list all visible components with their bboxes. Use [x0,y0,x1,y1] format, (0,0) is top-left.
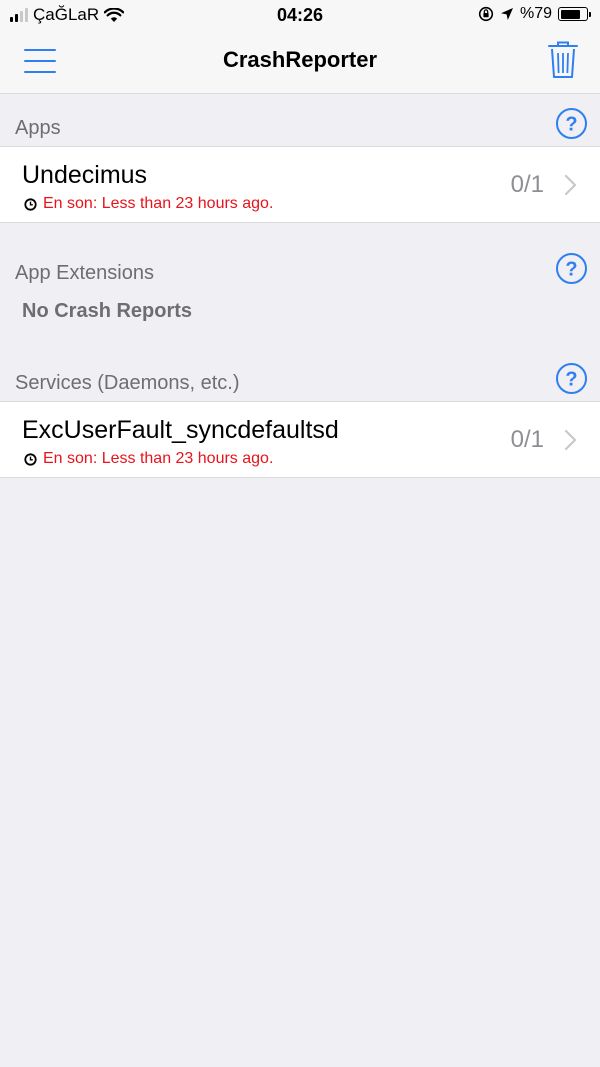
crash-count: 0/1 [510,171,544,198]
row-title: ExcUserFault_syncdefaultsd [22,416,339,444]
empty-state-text: No Crash Reports [22,300,193,322]
trash-icon[interactable] [547,40,579,80]
battery-icon [558,7,591,21]
chevron-right-icon [564,174,577,196]
clock-icon [24,452,37,466]
navigation-bar: CrashReporter [0,30,600,94]
battery-fill [560,9,581,19]
crash-count: 0/1 [510,426,544,453]
help-icon[interactable]: ? [555,362,588,395]
section-header-apps: Apps ? [0,107,600,147]
orientation-lock-icon [478,6,494,22]
last-crash-text: En son: Less than 23 hours ago. [43,450,274,467]
section-title: Apps [15,117,61,139]
last-crash-text: En son: Less than 23 hours ago. [43,195,274,212]
section-header-services: Services (Daemons, etc.) ? [0,362,600,402]
chevron-right-icon [564,429,577,451]
help-glyph: ? [565,114,577,136]
clock-icon [24,197,37,211]
help-glyph: ? [565,259,577,281]
row-subtitle: En son: Less than 23 hours ago. [24,450,273,468]
help-glyph: ? [565,369,577,391]
row-subtitle: En son: Less than 23 hours ago. [24,195,273,213]
list-item-undecimus[interactable]: Undecimus En son: Less than 23 hours ago… [0,146,600,223]
status-bar: ÇaĞLaR 04:26 %79 [0,0,600,30]
list-item-excuserfault-syncdefaultsd[interactable]: ExcUserFault_syncdefaultsd En son: Less … [0,401,600,478]
section-header-app-extensions: App Extensions ? [0,252,600,292]
battery-percent: %79 [519,5,552,22]
help-icon[interactable]: ? [555,252,588,285]
row-title: Undecimus [22,161,148,189]
section-title: App Extensions [15,262,154,284]
status-right: %79 [478,5,591,23]
location-arrow-icon [500,8,513,20]
page-title: CrashReporter [222,47,378,72]
help-icon[interactable]: ? [555,107,588,140]
section-title: Services (Daemons, etc.) [15,372,240,394]
